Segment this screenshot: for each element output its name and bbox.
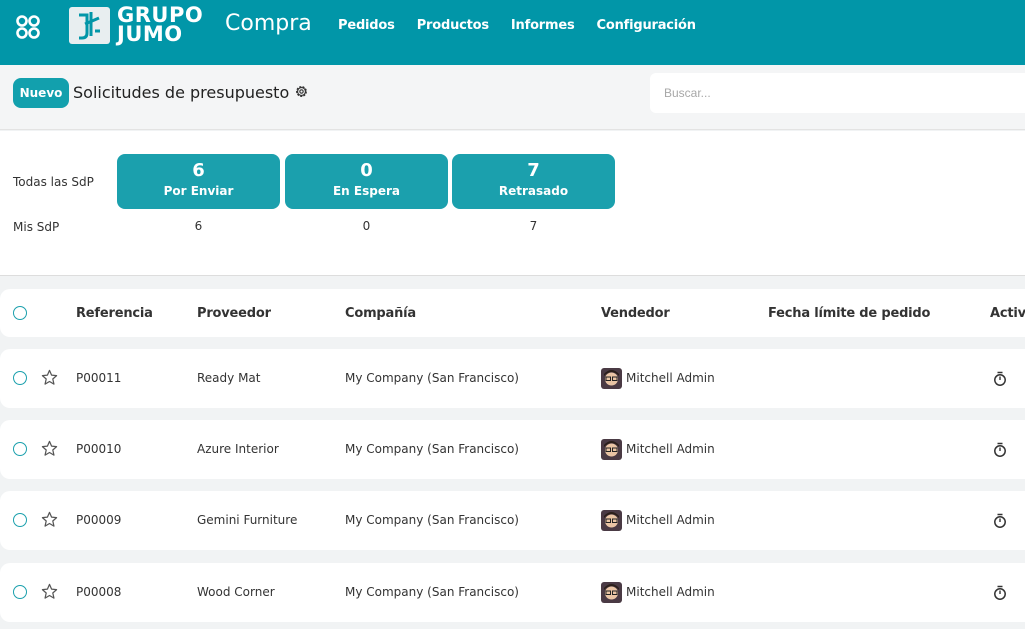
menu-informes[interactable]: Informes [511,18,575,33]
page-title: Solicitudes de presupuesto [73,83,290,102]
cell-proveedor: Gemini Furniture [197,513,298,527]
clock-icon[interactable] [993,371,1007,387]
main-menu: Pedidos Productos Informes Configuración [338,18,718,33]
header-referencia[interactable]: Referencia [76,306,153,321]
cell-compania: My Company (San Francisco) [345,371,519,385]
gear-icon[interactable] [294,84,309,99]
avatar [601,439,622,460]
table-row[interactable]: P00008 Wood Corner My Company (San Franc… [0,563,1025,622]
clock-icon[interactable] [993,442,1007,458]
row-checkbox[interactable] [13,585,27,599]
star-icon[interactable] [41,440,58,457]
star-icon[interactable] [41,511,58,528]
new-button[interactable]: Nuevo [13,78,69,108]
cell-proveedor: Ready Mat [197,371,261,385]
tile-late[interactable]: 7 Retrasado [452,154,615,209]
brand-name: GRUPO JUMO [117,3,204,46]
cell-compania: My Company (San Francisco) [345,513,519,527]
cell-compania: My Company (San Francisco) [345,585,519,599]
row-checkbox[interactable] [13,513,27,527]
avatar [601,368,622,389]
header-actividades[interactable]: Activi [990,306,1025,321]
row-checkbox[interactable] [13,371,27,385]
row-checkbox[interactable] [13,442,27,456]
avatar [601,582,622,603]
my-rfq-label: Mis SdP [13,220,60,234]
cell-referencia: P00010 [76,442,122,456]
cell-compania: My Company (San Francisco) [345,442,519,456]
header-proveedor[interactable]: Proveedor [197,306,271,321]
menu-pedidos[interactable]: Pedidos [338,18,395,33]
table-row[interactable]: P00010 Azure Interior My Company (San Fr… [0,420,1025,479]
table-row[interactable]: P00011 Ready Mat My Company (San Francis… [0,349,1025,408]
app-title[interactable]: Compra [225,11,312,36]
cell-referencia: P00008 [76,585,122,599]
clock-icon[interactable] [993,585,1007,601]
header-vendedor[interactable]: Vendedor [601,306,670,321]
tile-waiting[interactable]: 0 En Espera [285,154,448,209]
header-compania[interactable]: Compañía [345,306,416,321]
cell-referencia: P00009 [76,513,122,527]
star-icon[interactable] [41,583,58,600]
clock-icon[interactable] [993,513,1007,529]
menu-productos[interactable]: Productos [417,18,489,33]
cell-vendedor: Mitchell Admin [626,513,715,527]
select-all-checkbox[interactable] [13,306,27,320]
rfq-dashboard: Todas las SdP Mis SdP 6 Por Enviar 0 En … [0,131,1025,276]
cell-vendedor: Mitchell Admin [626,442,715,456]
cell-vendedor: Mitchell Admin [626,585,715,599]
apps-grid-icon[interactable] [15,14,41,40]
my-late-count[interactable]: 7 [452,219,615,233]
cell-vendedor: Mitchell Admin [626,371,715,385]
avatar [601,510,622,531]
menu-configuracion[interactable]: Configuración [597,18,697,33]
tile-to-send[interactable]: 6 Por Enviar [117,154,280,209]
cell-proveedor: Wood Corner [197,585,275,599]
my-waiting-count[interactable]: 0 [285,219,448,233]
search-input[interactable] [650,73,1025,113]
control-panel: Nuevo Solicitudes de presupuesto [0,65,1025,130]
cell-referencia: P00011 [76,371,122,385]
table-header: Referencia Proveedor Compañía Vendedor F… [0,289,1025,337]
brand-logo[interactable] [69,7,110,44]
top-navbar: GRUPO JUMO Compra Pedidos Productos Info… [0,0,1025,65]
header-fecha-limite[interactable]: Fecha límite de pedido [768,306,930,321]
table-row[interactable]: P00009 Gemini Furniture My Company (San … [0,491,1025,550]
star-icon[interactable] [41,369,58,386]
cell-proveedor: Azure Interior [197,442,279,456]
all-rfq-label: Todas las SdP [13,175,94,189]
my-to-send-count[interactable]: 6 [117,219,280,233]
